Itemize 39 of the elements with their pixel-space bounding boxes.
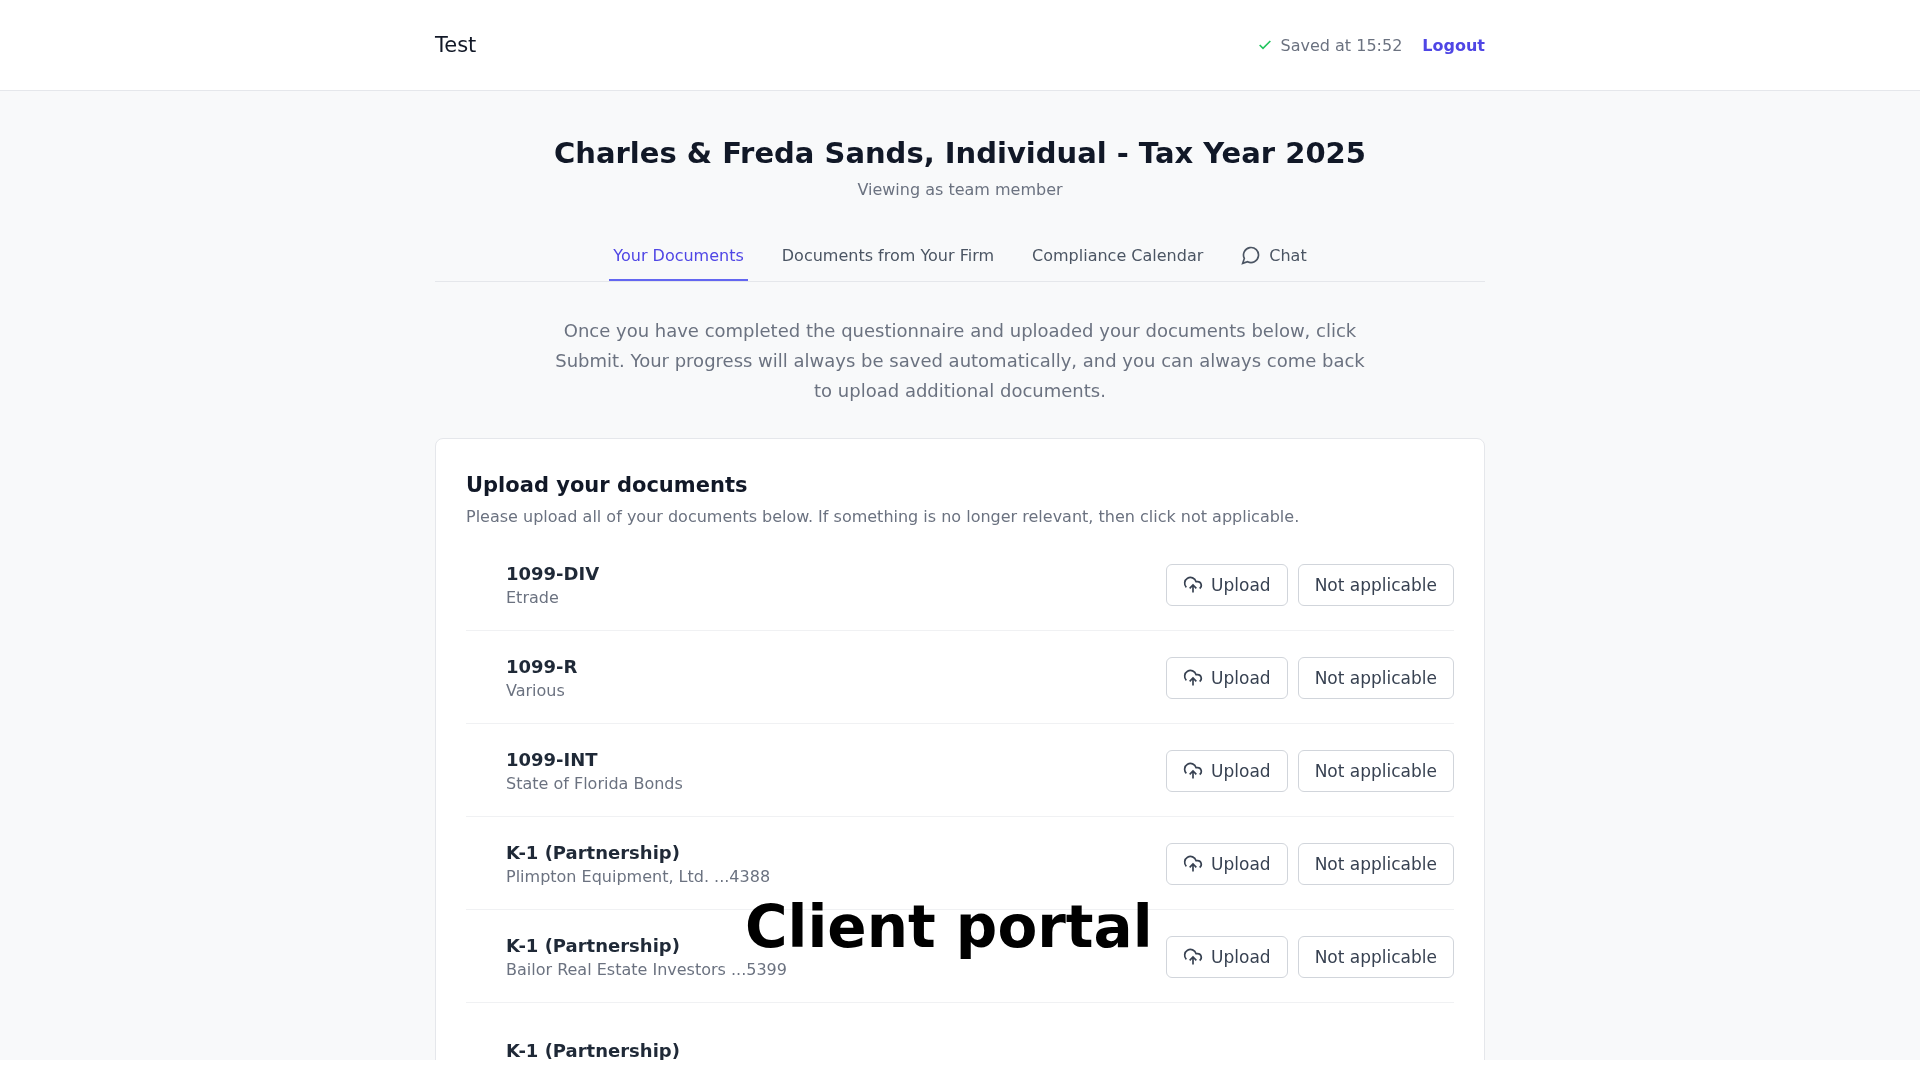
document-name: K-1 (Partnership) — [506, 1039, 680, 1060]
cloud-upload-icon — [1183, 854, 1204, 874]
not-applicable-button[interactable]: Not applicable — [1297, 657, 1454, 699]
document-name: K-1 (Partnership) — [506, 842, 681, 863]
cloud-upload-icon — [1183, 761, 1204, 781]
chat-bubble-icon — [1241, 245, 1262, 265]
upload-button[interactable]: Upload — [1166, 657, 1288, 699]
cloud-upload-icon — [1183, 947, 1204, 967]
upload-button[interactable]: Upload — [1166, 750, 1288, 792]
document-name: K-1 (Partnership) — [506, 935, 681, 956]
tab[interactable]: Chat — [1237, 237, 1311, 281]
brand-name: Test — [435, 33, 477, 57]
document-source: State of Florida Bonds — [506, 774, 683, 793]
page-subtitle: Viewing as team member — [857, 180, 1063, 199]
not-applicable-button[interactable]: Not applicable — [1297, 843, 1454, 885]
intro-text: Once you have completed the questionnaire and uploaded your documents below, click Submit. Your progress will always be saved automatically, and you can always come back to upload additional documents. — [554, 319, 1366, 403]
document-name: 1099-INT — [506, 749, 599, 770]
upload-button[interactable]: Upload — [1166, 936, 1288, 978]
upload-button[interactable]: Upload — [1166, 843, 1288, 885]
not-applicable-button[interactable]: Not applicable — [1297, 750, 1454, 792]
upload-button[interactable]: Upload — [1166, 564, 1288, 606]
document-source: Bailor Real Estate Investors ...5399 — [506, 960, 787, 979]
not-applicable-button[interactable]: Not applicable — [1297, 564, 1454, 606]
saved-status: Saved at 15:52 — [1280, 35, 1403, 55]
document-source: Plimpton Equipment, Ltd. ...4388 — [506, 867, 771, 886]
card-heading: Upload your documents — [466, 473, 749, 497]
document-source: Etrade — [506, 588, 560, 607]
tab[interactable]: Documents from Your Firm — [777, 237, 999, 281]
card-description: Please upload all of your documents below. If something is no longer relevant, then click not applicable. — [466, 507, 1301, 526]
page-title: Charles & Freda Sands, Individual - Tax Year 2025 — [554, 136, 1366, 170]
tab[interactable]: Compliance Calendar — [1028, 237, 1208, 281]
logout-link[interactable]: Logout — [1422, 35, 1485, 55]
document-source: Various — [506, 681, 566, 700]
document-name: 1099-DIV — [506, 563, 600, 584]
cloud-upload-icon — [1183, 668, 1204, 688]
cloud-upload-icon — [1183, 575, 1204, 595]
tab[interactable]: Your Documents — [609, 237, 748, 281]
document-name: 1099-R — [506, 656, 578, 677]
not-applicable-button[interactable]: Not applicable — [1297, 936, 1454, 978]
